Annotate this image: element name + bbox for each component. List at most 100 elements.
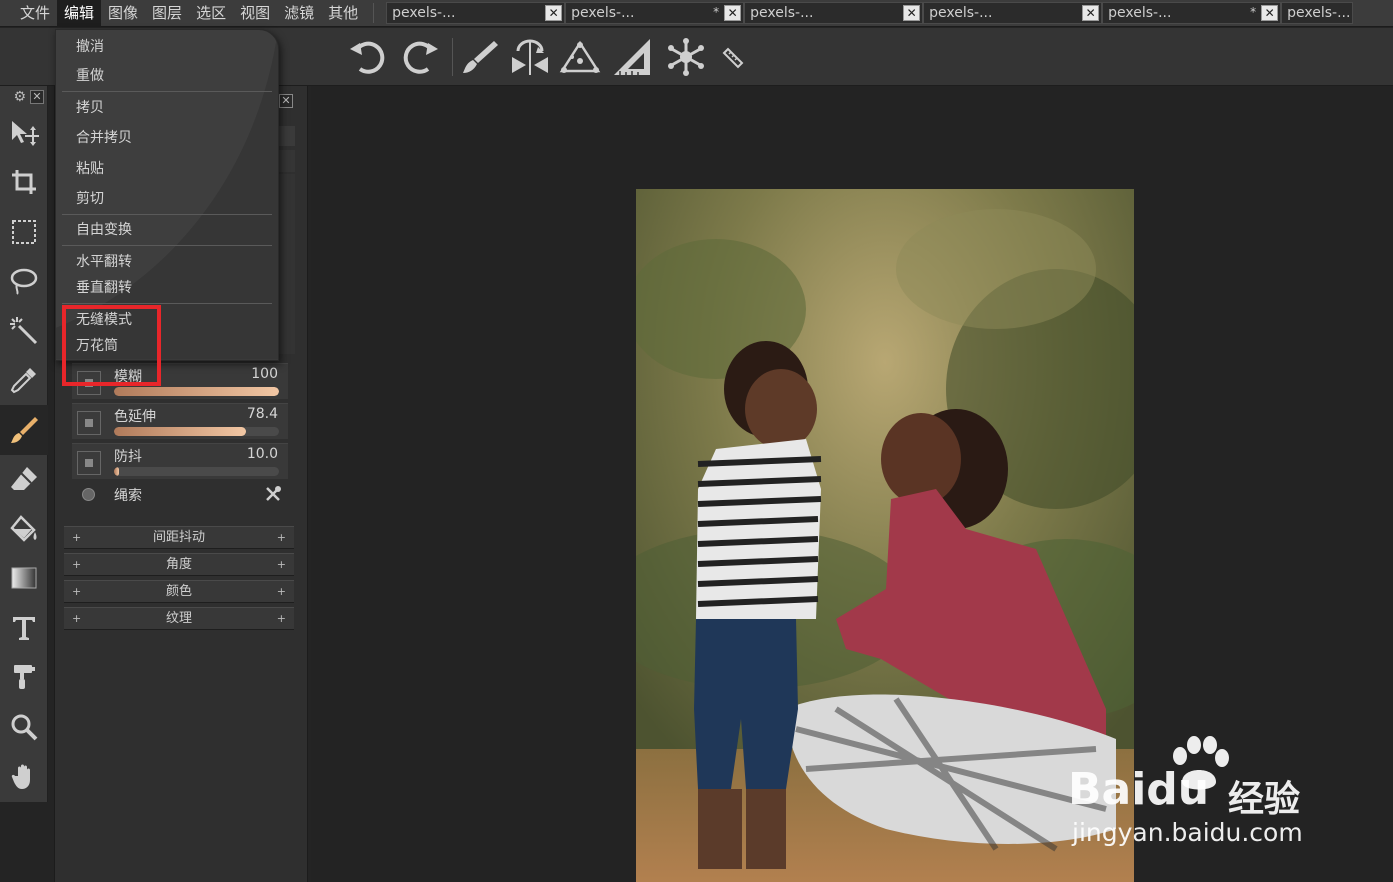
menu-image[interactable]: 图像 xyxy=(101,0,145,27)
text-icon[interactable] xyxy=(0,603,48,653)
menu-other[interactable]: 其他 xyxy=(321,0,365,27)
brush-icon[interactable] xyxy=(0,405,48,455)
expand-icon: + xyxy=(276,558,286,571)
tab-modified-marker: * xyxy=(713,5,720,19)
document-tab[interactable]: pexels-... xyxy=(1281,2,1354,24)
snowflake-icon[interactable] xyxy=(664,35,708,79)
jitter-checkbox[interactable] xyxy=(77,451,101,475)
color-stretch-slider-row: 色延伸 78.4 xyxy=(72,403,288,439)
close-icon[interactable]: ✕ xyxy=(279,94,293,108)
gradient-icon[interactable] xyxy=(0,554,48,604)
hand-icon[interactable] xyxy=(0,752,48,802)
tab-modified-marker: * xyxy=(1250,5,1257,19)
lasso-radio[interactable] xyxy=(82,488,95,501)
annotation-highlight-box xyxy=(62,305,161,386)
close-icon[interactable]: ✕ xyxy=(724,5,742,21)
tab-label: pexels-... xyxy=(1287,5,1351,21)
bucket-icon[interactable] xyxy=(0,504,48,554)
expand-icon: + xyxy=(72,612,82,625)
tools-panel: ⚙ ✕ xyxy=(0,86,48,802)
section-label: 纹理 xyxy=(165,611,192,626)
document-tab[interactable]: pexels-... * ✕ xyxy=(1102,2,1282,24)
document-tab[interactable]: pexels-... * ✕ xyxy=(565,2,745,24)
move-icon[interactable] xyxy=(0,108,48,158)
zoom-icon[interactable] xyxy=(0,702,48,752)
triangle-dots-icon[interactable] xyxy=(558,35,602,79)
document-tab[interactable]: pexels-... ✕ xyxy=(923,2,1103,24)
jitter-label: 防抖 xyxy=(114,449,142,465)
menu-separator xyxy=(62,214,272,215)
close-icon[interactable]: ✕ xyxy=(545,5,563,21)
menu-separator xyxy=(62,91,272,92)
menu-view[interactable]: 视图 xyxy=(233,0,277,27)
menu-filter[interactable]: 滤镜 xyxy=(277,0,321,27)
tab-label: pexels-... xyxy=(750,5,814,21)
wrench-icon[interactable] xyxy=(264,485,282,507)
menu-layer[interactable]: 图层 xyxy=(145,0,189,27)
menu-undo[interactable]: 撤消 xyxy=(76,36,104,58)
canvas-image[interactable] xyxy=(636,189,1134,882)
menubar: 文件 编辑 图像 图层 选区 视图 滤镜 其他 pexels-... ✕ pexe… xyxy=(0,0,1393,27)
eyedropper-icon[interactable] xyxy=(0,356,48,406)
symmetry-icon[interactable] xyxy=(508,35,552,79)
eraser-icon[interactable] xyxy=(0,455,48,505)
expand-icon: + xyxy=(72,558,82,571)
lasso-row: 绳索 xyxy=(72,480,288,510)
section-spacing-jitter[interactable]: + 间距抖动 + xyxy=(64,526,294,549)
expand-icon: + xyxy=(72,585,82,598)
lasso-icon[interactable] xyxy=(0,257,48,307)
close-icon[interactable]: ✕ xyxy=(30,90,44,104)
document-tab[interactable]: pexels-... ✕ xyxy=(386,2,566,24)
tab-label: pexels-... xyxy=(392,5,456,21)
menu-flip-vertical[interactable]: 垂直翻转 xyxy=(76,277,132,299)
crop-icon[interactable] xyxy=(0,158,48,208)
redo-icon[interactable] xyxy=(398,35,442,79)
jitter-slider-fill xyxy=(114,467,119,476)
menu-redo[interactable]: 重做 xyxy=(76,65,104,87)
section-label: 间距抖动 xyxy=(152,530,205,545)
color-stretch-slider-fill xyxy=(114,427,246,436)
menu-free-transform[interactable]: 自由变换 xyxy=(76,219,132,241)
section-texture[interactable]: + 纹理 + xyxy=(64,607,294,630)
close-icon[interactable]: ✕ xyxy=(903,5,921,21)
tab-label: pexels-... xyxy=(571,5,635,21)
document-tab[interactable]: pexels-... ✕ xyxy=(744,2,924,24)
section-label: 角度 xyxy=(165,557,192,572)
color-stretch-value: 78.4 xyxy=(246,406,278,422)
brush-icon[interactable] xyxy=(458,35,502,79)
color-stretch-checkbox[interactable] xyxy=(77,411,101,435)
menu-flip-horizontal[interactable]: 水平翻转 xyxy=(76,251,132,273)
menu-file[interactable]: 文件 xyxy=(13,0,57,27)
section-color[interactable]: + 颜色 + xyxy=(64,580,294,603)
color-stretch-slider[interactable] xyxy=(114,427,279,436)
menu-cut[interactable]: 剪切 xyxy=(76,188,104,210)
menu-paste[interactable]: 粘贴 xyxy=(76,158,104,180)
menu-edit[interactable]: 编辑 xyxy=(57,0,102,27)
small-ruler-icon[interactable] xyxy=(710,35,754,79)
gear-icon[interactable]: ⚙ xyxy=(13,89,26,105)
watermark-url: jingyan.baidu.com xyxy=(1072,818,1303,847)
close-icon[interactable]: ✕ xyxy=(1082,5,1100,21)
blur-slider[interactable] xyxy=(114,387,279,396)
watermark-logo: Baidu xyxy=(1068,764,1210,815)
blur-value: 100 xyxy=(251,366,278,382)
section-angle[interactable]: + 角度 + xyxy=(64,553,294,576)
section-label: 颜色 xyxy=(165,584,192,599)
close-icon[interactable]: ✕ xyxy=(1261,5,1279,21)
ruler-triangle-icon[interactable] xyxy=(610,35,654,79)
expand-icon: + xyxy=(72,531,82,544)
undo-icon[interactable] xyxy=(346,35,390,79)
expand-icon: + xyxy=(276,531,286,544)
menu-separator xyxy=(62,245,272,246)
jitter-slider-row: 防抖 10.0 xyxy=(72,443,288,479)
marquee-icon[interactable] xyxy=(0,207,48,257)
tab-label: pexels-... xyxy=(1108,5,1172,21)
jitter-slider[interactable] xyxy=(114,467,279,476)
menu-select[interactable]: 选区 xyxy=(189,0,233,27)
menu-copy-merged[interactable]: 合并拷贝 xyxy=(76,127,132,149)
watermark-cn: 经验 xyxy=(1228,779,1301,820)
clone-stamp-icon[interactable] xyxy=(0,653,48,703)
menu-copy[interactable]: 拷贝 xyxy=(76,97,104,119)
magic-wand-icon[interactable] xyxy=(0,306,48,356)
menu-divider xyxy=(373,3,375,23)
